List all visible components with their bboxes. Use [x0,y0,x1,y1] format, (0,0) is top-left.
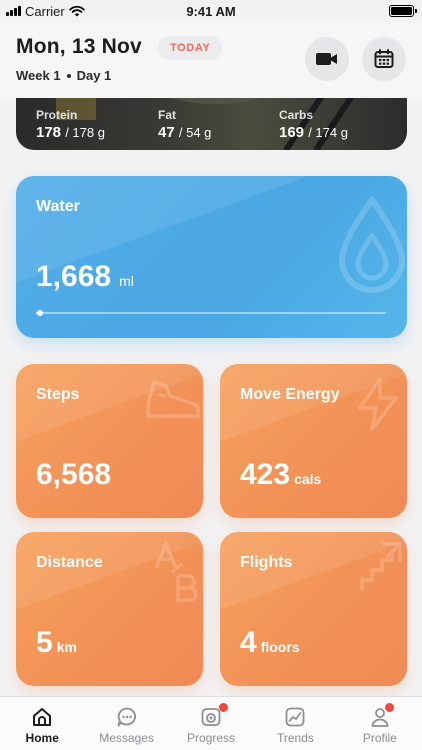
distance-unit: km [56,639,77,655]
tab-home[interactable]: Home [0,697,84,750]
today-badge[interactable]: TODAY [158,36,223,60]
progress-notification-badge [218,703,228,712]
steps-card[interactable]: Steps 6,568 [16,364,203,518]
shoe-icon [146,380,201,418]
flights-value: 4 [240,626,257,659]
week-day-label: Week 1 Day 1 [16,68,111,83]
water-value-row: 1,668 ml [36,260,134,294]
move-energy-value-row: 423 cals [240,458,321,492]
header: Mon, 13 Nov TODAY Week 1 Day 1 [0,22,422,98]
carbs-stat: Carbs 169 / 174 g [279,108,348,141]
protein-stat: Protein 178 / 178 g [36,108,105,141]
stairs-icon [360,542,402,590]
calendar-button[interactable] [362,37,406,81]
video-button[interactable] [305,37,349,81]
fat-stat: Fat 47 / 54 g [158,108,211,141]
carbs-goal: / 174 g [308,125,348,140]
lightning-icon [358,377,398,431]
steps-value: 6,568 [36,458,112,491]
water-progress [36,310,386,316]
distance-card[interactable]: Distance 5 km [16,532,203,686]
tab-trends[interactable]: Trends [253,697,337,750]
protein-value: 178 [36,124,62,141]
profile-notification-badge [384,703,394,712]
tab-profile[interactable]: Profile [338,697,422,750]
flights-value-row: 4 floors [240,626,300,660]
separator-dot [66,73,71,78]
protein-label: Protein [36,108,78,122]
water-title: Water [36,198,80,215]
water-card[interactable]: Water 1,668 ml [16,176,407,338]
tab-trends-label: Trends [276,731,314,745]
protein-goal: / 178 g [65,125,105,140]
flights-title: Flights [240,554,293,571]
signal-icon [6,6,21,16]
water-progress-knob [36,310,43,316]
home-icon [33,708,52,726]
status-left: Carrier [6,4,85,19]
tab-progress[interactable]: Progress [169,697,253,750]
distance-value-row: 5 km [36,626,77,660]
carbs-value: 169 [279,124,305,141]
flights-unit: floors [260,639,300,655]
water-unit: ml [119,273,134,289]
distance-title: Distance [36,554,103,571]
move-energy-card[interactable]: Move Energy 423 cals [220,364,407,518]
status-bar: Carrier 9:41 AM [0,0,422,22]
water-drop-icon [338,196,406,293]
day-label: Day 1 [76,68,112,83]
flights-card[interactable]: Flights 4 floors [220,532,407,686]
calendar-icon [374,49,394,68]
video-camera-icon [316,53,337,65]
week-label: Week 1 [16,68,61,83]
move-energy-unit: cals [294,471,322,487]
carrier-label: Carrier [25,3,65,19]
battery-icon [389,5,417,17]
tab-bar: Home Messages Progress Trends Profile [0,696,422,750]
tab-messages-label: Messages [99,731,154,745]
chat-icon [117,707,136,727]
carbs-label: Carbs [279,108,314,122]
fat-goal: / 54 g [178,125,212,140]
wifi-icon [69,5,85,17]
a-to-b-icon [154,540,198,602]
page-title: Mon, 13 Nov [16,35,142,58]
tab-profile-label: Profile [362,731,397,745]
steps-title: Steps [36,386,80,403]
distance-value: 5 [36,626,53,659]
water-value: 1,668 [36,260,112,293]
fat-label: Fat [158,108,176,122]
tab-home-label: Home [25,731,59,745]
move-energy-title: Move Energy [240,386,340,403]
tab-progress-label: Progress [187,731,236,745]
move-energy-value: 423 [240,458,291,491]
tab-messages[interactable]: Messages [84,697,168,750]
fat-value: 47 [158,124,175,141]
trends-icon [286,707,305,727]
